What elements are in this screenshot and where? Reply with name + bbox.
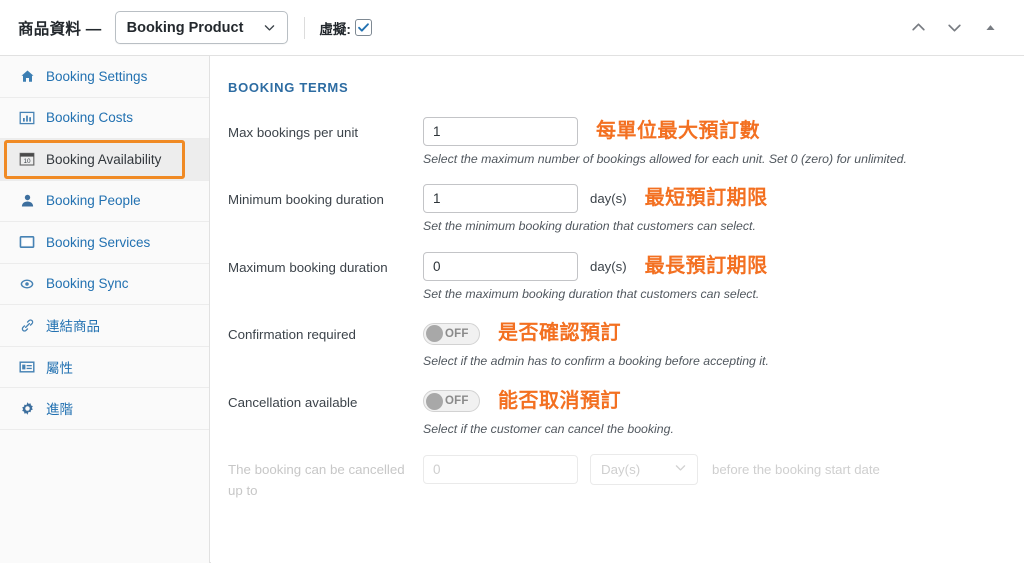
sidebar-item-booking-people[interactable]: Booking People (0, 181, 209, 223)
page-title: 商品資料 — (18, 17, 102, 39)
product-data-panel: 商品資料 — Booking Product 虛擬: (0, 0, 1024, 563)
window-icon (17, 232, 37, 252)
field-label: The booking can be cancelled up to (228, 454, 423, 501)
field-description: Set the minimum booking duration that cu… (423, 217, 1024, 235)
sidebar-item-label: Booking Settings (46, 69, 147, 84)
field-label: Confirmation required (228, 319, 423, 346)
sidebar-item-advanced[interactable]: 進階 (0, 388, 209, 430)
toggle-state-label: OFF (445, 395, 469, 407)
check-icon (357, 21, 370, 34)
link-icon (17, 315, 37, 335)
sidebar-item-label: 屬性 (46, 357, 73, 377)
annotation-text: 最短預訂期限 (645, 184, 768, 213)
field-label: Maximum booking duration (228, 252, 423, 279)
field-control: OFF 是否確認預訂 (423, 319, 621, 348)
field-description: Set the maximum booking duration that cu… (423, 285, 1024, 303)
field-row-max-bookings-per-unit: Max bookings per unit 每單位最大預訂數 (228, 117, 1024, 146)
sidebar-item-attributes[interactable]: 屬性 (0, 347, 209, 389)
move-up-button[interactable] (906, 16, 930, 40)
field-description: Select if the customer can cancel the bo… (423, 420, 1024, 438)
sidebar-item-label: 連結商品 (46, 315, 100, 335)
cancel-up-to-unit-select[interactable]: Day(s) (590, 454, 698, 485)
person-icon (17, 191, 37, 211)
field-row-minimum-booking-duration: Minimum booking duration day(s) 最短預訂期限 (228, 184, 1024, 213)
field-control: day(s) 最長預訂期限 (423, 252, 768, 281)
panel-header-actions (906, 16, 1008, 40)
field-control: 每單位最大預訂數 (423, 117, 760, 146)
sidebar-item-label: Booking Availability (46, 152, 161, 167)
chevron-down-icon (243, 21, 276, 34)
field-row-confirmation-required: Confirmation required OFF 是否確認預訂 (228, 319, 1024, 348)
panel-header: 商品資料 — Booking Product 虛擬: (0, 0, 1024, 56)
field-label: Minimum booking duration (228, 184, 423, 211)
annotation-text: 每單位最大預訂數 (596, 117, 760, 146)
virtual-checkbox[interactable] (355, 19, 372, 36)
field-control: Day(s) before the booking start date (423, 454, 880, 485)
attributes-icon (17, 357, 37, 377)
sidebar-item-booking-sync[interactable]: Booking Sync (0, 264, 209, 306)
gear-icon (17, 398, 37, 418)
sidebar-item-label: Booking Sync (46, 276, 129, 291)
max-bookings-per-unit-input[interactable] (423, 117, 578, 146)
cancel-up-to-input[interactable] (423, 455, 578, 484)
sidebar-item-booking-costs[interactable]: Booking Costs (0, 98, 209, 140)
annotation-text: 最長預訂期限 (645, 252, 768, 281)
virtual-product-group: 虛擬: (319, 18, 372, 38)
sidebar-item-linked-products[interactable]: 連結商品 (0, 305, 209, 347)
confirmation-required-toggle[interactable]: OFF (423, 323, 480, 345)
minimum-booking-duration-input[interactable] (423, 184, 578, 213)
toggle-knob (426, 393, 443, 410)
cancel-up-to-trailing-text: before the booking start date (712, 462, 880, 477)
toggle-state-label: OFF (445, 328, 469, 340)
chevron-down-icon (674, 461, 687, 479)
sync-icon (17, 274, 37, 294)
calendar-icon: 10 (17, 149, 37, 169)
sidebar-item-booking-services[interactable]: Booking Services (0, 222, 209, 264)
field-unit: day(s) (590, 191, 627, 206)
home-icon (17, 66, 37, 86)
sidebar-item-label: Booking People (46, 193, 141, 208)
sidebar-item-label: Booking Costs (46, 110, 133, 125)
sidebar-item-label: 進階 (46, 398, 73, 418)
booking-availability-panel: BOOKING TERMS Max bookings per unit 每單位最… (211, 56, 1024, 563)
product-type-value: Booking Product (127, 20, 244, 36)
cancellation-available-toggle[interactable]: OFF (423, 390, 480, 412)
move-down-button[interactable] (942, 16, 966, 40)
field-description: Select if the admin has to confirm a boo… (423, 352, 1024, 370)
field-row-maximum-booking-duration: Maximum booking duration day(s) 最長預訂期限 (228, 252, 1024, 281)
bar-chart-icon (17, 108, 37, 128)
sidebar-item-label: Booking Services (46, 235, 150, 250)
sidebar-item-booking-availability[interactable]: 10 Booking Availability (0, 139, 209, 181)
field-unit: day(s) (590, 259, 627, 274)
field-control: day(s) 最短預訂期限 (423, 184, 768, 213)
svg-text:10: 10 (23, 158, 31, 165)
field-row-cancellation-available: Cancellation available OFF 能否取消預訂 (228, 387, 1024, 416)
booking-sidebar: Booking Settings Booking Costs 10 Bookin… (0, 56, 210, 563)
sidebar-item-booking-settings[interactable]: Booking Settings (0, 56, 209, 98)
field-label: Max bookings per unit (228, 117, 423, 144)
maximum-booking-duration-input[interactable] (423, 252, 578, 281)
field-control: OFF 能否取消預訂 (423, 387, 621, 416)
annotation-text: 能否取消預訂 (498, 387, 621, 416)
collapse-panel-button[interactable] (978, 16, 1002, 40)
virtual-label: 虛擬: (319, 18, 351, 38)
annotation-text: 是否確認預訂 (498, 319, 621, 348)
product-type-select[interactable]: Booking Product (115, 11, 289, 44)
cancel-up-to-unit-value: Day(s) (601, 462, 640, 477)
field-description: Select the maximum number of bookings al… (423, 150, 1024, 168)
field-row-cancel-up-to: The booking can be cancelled up to Day(s… (228, 454, 1024, 501)
toggle-knob (426, 325, 443, 342)
section-title: BOOKING TERMS (228, 80, 1024, 95)
header-divider (304, 17, 305, 39)
field-label: Cancellation available (228, 387, 423, 414)
